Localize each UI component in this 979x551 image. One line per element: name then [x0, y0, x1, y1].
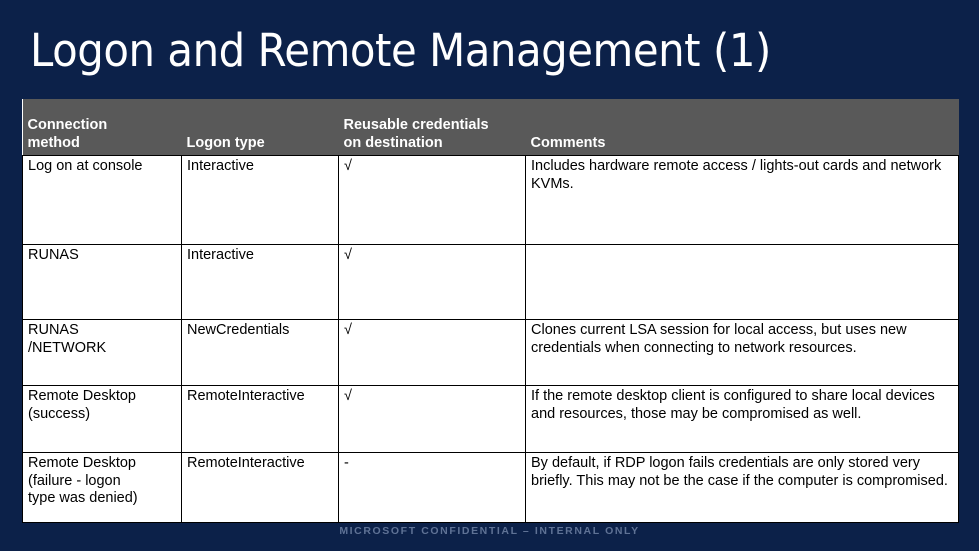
- cell-connection-method: RUNAS: [22, 244, 182, 320]
- cell-logon-type: Interactive: [181, 244, 339, 320]
- cell-comments: By default, if RDP logon fails credentia…: [525, 452, 959, 523]
- cell-comments: Clones current LSA session for local acc…: [525, 319, 959, 386]
- connection-method-line2: (success): [28, 405, 91, 422]
- cell-reusable-credentials: -: [338, 452, 526, 523]
- connection-method-line1: Remote Desktop: [28, 388, 136, 404]
- cell-connection-method: Remote Desktop (failure - logon type was…: [22, 452, 182, 523]
- connection-method-line3: type was denied): [28, 490, 138, 506]
- table-body: Log on at console Interactive √ Includes…: [22, 155, 959, 523]
- table-header: Connection method Logon type Reusable cr…: [22, 99, 959, 156]
- connection-method-line1: RUNAS: [28, 322, 79, 338]
- slide-footer: MICROSOFT CONFIDENTIAL – INTERNAL ONLY: [339, 525, 640, 537]
- cell-reusable-credentials: √: [338, 319, 526, 386]
- cell-logon-type: NewCredentials: [181, 319, 339, 386]
- connection-method-line2: /NETWORK: [28, 339, 107, 356]
- cell-logon-type: RemoteInteractive: [181, 385, 339, 453]
- cell-comments: [525, 244, 959, 320]
- cell-logon-type: Interactive: [181, 155, 339, 245]
- cell-connection-method: Remote Desktop (success): [22, 385, 182, 453]
- column-header-reusable-credentials-line1: Reusable credentials: [343, 117, 489, 133]
- logon-methods-table: Connection method Logon type Reusable cr…: [22, 99, 959, 523]
- cell-reusable-credentials: √: [338, 155, 526, 245]
- column-header-connection-method: Connection method: [22, 99, 182, 156]
- logon-table-container: Connection method Logon type Reusable cr…: [22, 99, 959, 523]
- cell-reusable-credentials: √: [338, 385, 526, 453]
- column-header-logon-type: Logon type: [181, 99, 339, 156]
- column-header-connection-method-line2: method: [27, 135, 80, 151]
- table-row: Remote Desktop (failure - logon type was…: [22, 452, 959, 523]
- cell-comments: Includes hardware remote access / lights…: [525, 155, 959, 245]
- column-header-reusable-credentials: Reusable credentials on destination: [338, 99, 526, 156]
- cell-logon-type: RemoteInteractive: [181, 452, 339, 523]
- connection-method-line2: (failure - logon: [28, 472, 121, 489]
- connection-method-line1: Remote Desktop: [28, 455, 136, 471]
- column-header-connection-method-line1: Connection: [27, 117, 108, 133]
- cell-reusable-credentials: √: [338, 244, 526, 320]
- connection-method-line1: RUNAS: [28, 247, 79, 263]
- table-row: Log on at console Interactive √ Includes…: [22, 155, 959, 245]
- slide-canvas: Logon and Remote Management (1) Connecti…: [0, 0, 979, 551]
- table-row: Remote Desktop (success) RemoteInteracti…: [22, 385, 959, 453]
- connection-method-line1: Log on at console: [28, 158, 143, 174]
- cell-connection-method: RUNAS /NETWORK: [22, 319, 182, 386]
- column-header-comments: Comments: [525, 99, 959, 156]
- table-row: RUNAS /NETWORK NewCredentials √ Clones c…: [22, 319, 959, 386]
- column-header-logon-type-label: Logon type: [186, 135, 265, 151]
- page-title: Logon and Remote Management (1): [30, 24, 771, 77]
- table-row: RUNAS Interactive √: [22, 244, 959, 320]
- table-header-row: Connection method Logon type Reusable cr…: [22, 99, 959, 156]
- column-header-reusable-credentials-line2: on destination: [343, 135, 443, 151]
- column-header-comments-label: Comments: [530, 135, 606, 151]
- cell-comments: If the remote desktop client is configur…: [525, 385, 959, 453]
- cell-connection-method: Log on at console: [22, 155, 182, 245]
